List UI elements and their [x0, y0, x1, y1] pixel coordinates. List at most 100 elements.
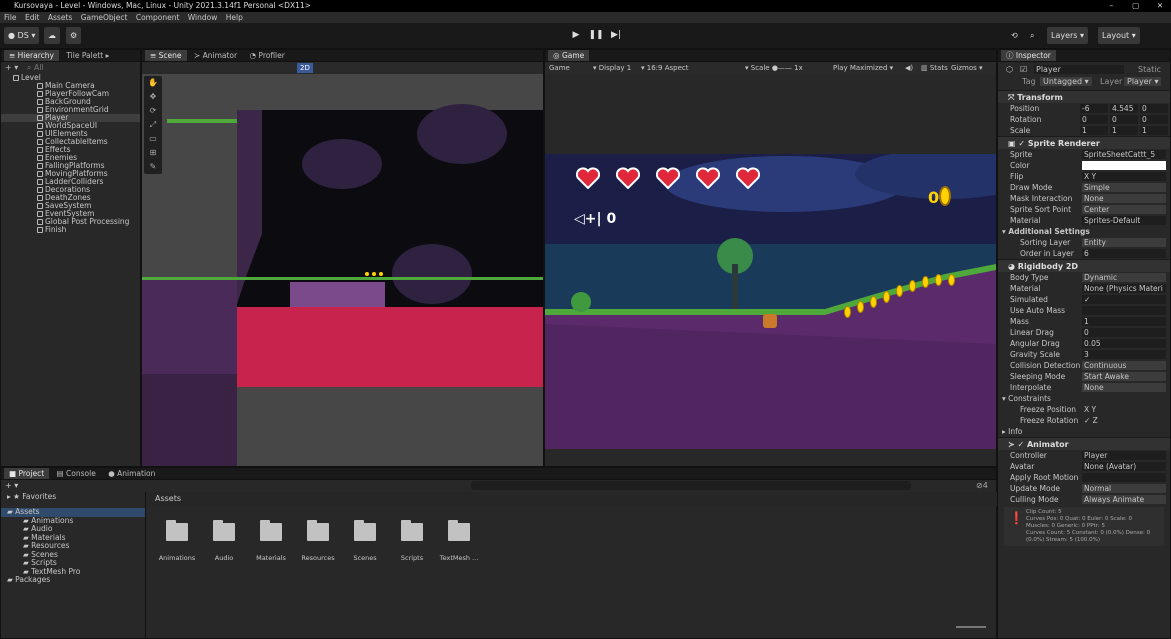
project-tree-item[interactable]: ▰ Packages: [1, 575, 145, 585]
sorting-layer-dropdown[interactable]: Entity: [1082, 238, 1166, 247]
folder-label[interactable]: TextMesh ...: [434, 554, 484, 562]
tab-project[interactable]: ■ Project: [4, 468, 50, 479]
transform-tool-icon[interactable]: ⊞: [144, 146, 162, 160]
folder-icon[interactable]: [213, 520, 235, 542]
layers-dropdown[interactable]: Layers ▾: [1047, 27, 1089, 44]
add-icon[interactable]: + ▾: [5, 63, 18, 72]
2d-toggle[interactable]: 2D: [297, 63, 313, 73]
field-value[interactable]: [1082, 161, 1166, 170]
tab-profiler[interactable]: ◔ Profiler: [244, 50, 289, 61]
tab-game[interactable]: ◎ Game: [548, 50, 590, 61]
field-value[interactable]: Sprites-Default: [1082, 216, 1166, 225]
field-value[interactable]: SpriteSheetCattt_5: [1082, 150, 1166, 159]
maximize-button[interactable]: ▢: [1125, 0, 1147, 12]
field-value[interactable]: 0.05: [1082, 339, 1166, 348]
static-toggle[interactable]: Static: [1138, 65, 1161, 74]
animator-header[interactable]: ≻ ✓ Animator: [998, 437, 1170, 450]
game-view-dropdown[interactable]: Game: [549, 62, 570, 74]
field-value[interactable]: None (Physics Materi: [1082, 284, 1166, 293]
pause-icon[interactable]: ❚❚: [586, 27, 606, 44]
zoom-slider[interactable]: [956, 626, 986, 628]
folder-label[interactable]: Resources: [293, 554, 343, 562]
tab-animation[interactable]: ● Animation: [103, 468, 160, 479]
project-search-field[interactable]: [471, 481, 911, 490]
play-mode-dropdown[interactable]: Play Maximized ▾: [833, 62, 893, 74]
create-button[interactable]: + ▾: [5, 481, 18, 490]
constraints-foldout[interactable]: ▾ Constraints: [998, 393, 1170, 404]
mute-icon[interactable]: ◀): [905, 62, 913, 74]
field-value[interactable]: None: [1082, 383, 1166, 392]
search-field[interactable]: ⌕ All: [27, 63, 44, 72]
field-value[interactable]: Player: [1082, 451, 1166, 460]
field-value[interactable]: Start Awake: [1082, 372, 1166, 381]
transform-scale-z-field[interactable]: 1: [1140, 126, 1168, 135]
tab-animator[interactable]: ≻ Animator: [189, 50, 242, 61]
folder-icon[interactable]: [307, 520, 329, 542]
field-value[interactable]: Simple: [1082, 183, 1166, 192]
play-icon[interactable]: ▶: [566, 27, 586, 44]
folder-label[interactable]: Audio: [199, 554, 249, 562]
folder-label[interactable]: Scripts: [387, 554, 437, 562]
transform-position-x-field[interactable]: -6: [1080, 104, 1108, 113]
field-value[interactable]: [1082, 306, 1166, 315]
tab-hierarchy[interactable]: ≡ Hierarchy: [4, 50, 59, 61]
menu-edit[interactable]: Edit: [25, 13, 40, 22]
folder-label[interactable]: Animations: [152, 554, 202, 562]
field-value[interactable]: X Y: [1082, 172, 1166, 181]
folder-label[interactable]: Materials: [246, 554, 296, 562]
transform-rotation-x-field[interactable]: 0: [1080, 115, 1108, 124]
rotate-tool-icon[interactable]: ⟳: [144, 104, 162, 118]
close-button[interactable]: ✕: [1149, 0, 1171, 12]
menu-window[interactable]: Window: [188, 13, 218, 22]
sprite-renderer-header[interactable]: ▣ ✓ Sprite Renderer: [998, 136, 1170, 149]
layer-dropdown[interactable]: Player ▾: [1124, 77, 1162, 86]
cloud-button[interactable]: ☁: [44, 27, 60, 44]
rect-tool-icon[interactable]: ▭: [144, 132, 162, 146]
transform-position-y-field[interactable]: 4.545: [1110, 104, 1138, 113]
favorites-item[interactable]: ▸ ★ Favorites: [1, 492, 145, 502]
tab-inspector[interactable]: ⓘ Inspector: [1001, 50, 1056, 61]
stats-button[interactable]: ▥ Stats: [921, 62, 948, 74]
field-value[interactable]: Continuous: [1082, 361, 1166, 370]
field-value[interactable]: ✓: [1082, 295, 1166, 304]
transform-rotation-z-field[interactable]: 0: [1140, 115, 1168, 124]
custom-tool-icon[interactable]: ✎: [144, 160, 162, 174]
tab-tile-palette[interactable]: Tile Palett ▸: [61, 50, 114, 61]
field-value[interactable]: None: [1082, 194, 1166, 203]
transform-scale-x-field[interactable]: 1: [1080, 126, 1108, 135]
collab-button[interactable]: ⚙: [66, 27, 82, 44]
menu-file[interactable]: File: [4, 13, 17, 22]
transform-scale-y-field[interactable]: 1: [1110, 126, 1138, 135]
aspect-dropdown[interactable]: ▾ 16:9 Aspect: [641, 62, 688, 74]
menu-component[interactable]: Component: [136, 13, 180, 22]
field-value[interactable]: 1: [1082, 317, 1166, 326]
search-button[interactable]: ⌕: [1026, 27, 1038, 44]
folder-icon[interactable]: [354, 520, 376, 542]
hierarchy-item[interactable]: Finish: [1, 226, 140, 234]
hierarchy-item[interactable]: Global Post Processing: [1, 218, 140, 226]
game-viewport[interactable]: ◁+| 0 0: [545, 154, 996, 449]
folder-icon[interactable]: [448, 520, 470, 542]
menu-help[interactable]: Help: [226, 13, 243, 22]
folder-label[interactable]: Scenes: [340, 554, 390, 562]
transform-header[interactable]: ⤧ Transform: [998, 90, 1170, 103]
field-value[interactable]: Always Animate: [1082, 495, 1166, 504]
active-checkbox[interactable]: ☑: [1020, 65, 1027, 74]
folder-icon[interactable]: [401, 520, 423, 542]
field-value[interactable]: [1082, 473, 1166, 482]
field-value[interactable]: Dynamic: [1082, 273, 1166, 282]
field-value[interactable]: 3: [1082, 350, 1166, 359]
additional-settings-foldout[interactable]: ▾ Additional Settings: [998, 226, 1170, 237]
field-value[interactable]: None (Avatar): [1082, 462, 1166, 471]
hierarchy-item[interactable]: EnvironmentGrid: [1, 106, 140, 114]
transform-position-z-field[interactable]: 0: [1140, 104, 1168, 113]
scale-slider[interactable]: ▾ Scale ●—— 1x: [745, 62, 803, 74]
tab-scene[interactable]: ≡ Scene: [145, 50, 187, 61]
order-in-layer-field[interactable]: 6: [1082, 249, 1166, 258]
rigidbody-header[interactable]: ◕ Rigidbody 2D: [998, 259, 1170, 272]
field-value[interactable]: 0: [1082, 328, 1166, 337]
tag-dropdown[interactable]: Untagged ▾: [1040, 77, 1092, 86]
folder-icon[interactable]: [166, 520, 188, 542]
tab-console[interactable]: ▤ Console: [52, 468, 101, 479]
field-value[interactable]: Center: [1082, 205, 1166, 214]
